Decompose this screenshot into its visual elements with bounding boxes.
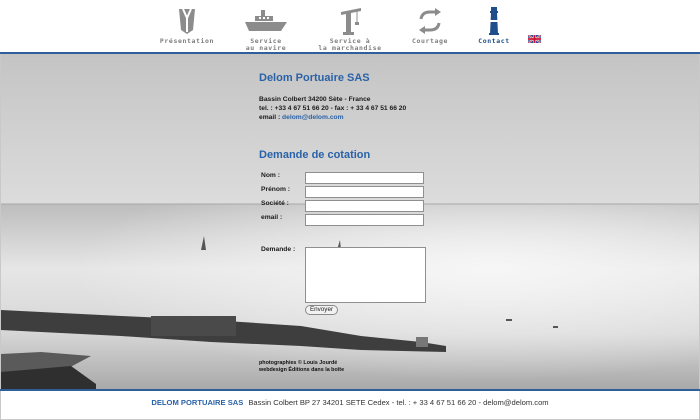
crane-icon [341, 8, 361, 35]
nav-item-contact[interactable]: Contact [472, 6, 516, 45]
prenom-label: Prénom : [261, 186, 290, 193]
email-label: email : [259, 114, 283, 121]
lighthouse-icon [489, 7, 499, 35]
footer: DELOM PORTUAIRE SAS Bassin Colbert BP 27 … [0, 398, 700, 407]
nav-label-service-marchandise: Service à la marchandise [318, 37, 382, 52]
nav-item-service-marchandise[interactable]: Service à la marchandise [314, 6, 386, 52]
email-line: email : delom@delom.com [259, 113, 406, 122]
footer-company: DELOM PORTUAIRE SAS [151, 398, 244, 407]
hull-icon [179, 8, 195, 34]
demande-label: Demande : [261, 246, 296, 253]
top-navigation: Présentation Service au navire Service à… [0, 0, 700, 53]
nav-label-service-navire: Service au navire [245, 37, 287, 52]
nav-item-service-navire[interactable]: Service au navire [238, 6, 294, 52]
exchange-arrows-icon [419, 8, 441, 34]
demande-textarea[interactable] [305, 247, 426, 303]
footer-divider [0, 389, 700, 391]
company-name: Delom Portuaire SAS [259, 72, 370, 84]
prenom-field[interactable] [305, 186, 424, 198]
envoyer-button[interactable]: Envoyer [305, 305, 338, 315]
nom-label: Nom : [261, 172, 280, 179]
address-line: Bassin Colbert 34200 Sète - France [259, 96, 371, 103]
form-title: Demande de cotation [259, 149, 371, 161]
nav-label-presentation: Présentation [159, 37, 215, 45]
email-form-label: email : [261, 214, 283, 221]
nav-item-presentation[interactable]: Présentation [157, 6, 217, 45]
contact-address-block: Bassin Colbert 34200 Sète - France tel. … [259, 95, 406, 122]
nav-item-courtage[interactable]: Courtage [406, 6, 454, 45]
nav-label-contact: Contact [478, 37, 510, 45]
uk-flag-icon[interactable] [528, 35, 541, 43]
phone-fax-line: tel. : +33 4 67 51 66 20 - fax : + 33 4 … [259, 105, 407, 112]
webdesign-credit-line: webdesign Éditions dans la boîte [259, 367, 345, 373]
email-field[interactable] [305, 214, 424, 226]
photo-credit-line: photographies © Louis Jourdé [259, 360, 338, 366]
footer-details: Bassin Colbert BP 27 34201 SETE Cedex - … [248, 398, 549, 407]
photo-credits: photographies © Louis Jourdé webdesign É… [259, 360, 344, 374]
nav-label-courtage: Courtage [411, 37, 449, 45]
nom-field[interactable] [305, 172, 424, 184]
societe-label: Société : [261, 200, 289, 207]
societe-field[interactable] [305, 200, 424, 212]
ship-icon [245, 10, 287, 31]
email-link[interactable]: delom@delom.com [282, 114, 344, 121]
